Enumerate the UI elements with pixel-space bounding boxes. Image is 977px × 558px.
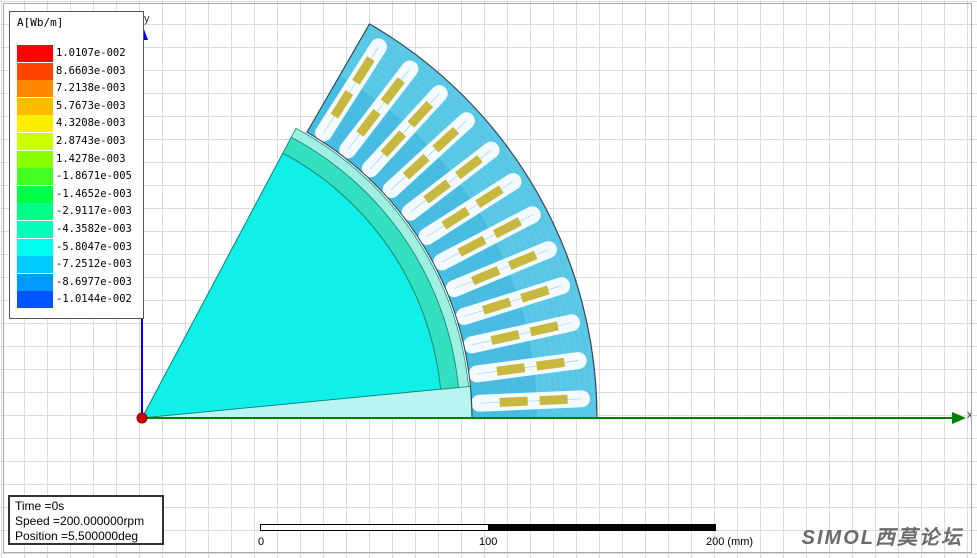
legend-swatch bbox=[17, 80, 53, 98]
legend-swatch bbox=[17, 115, 53, 133]
legend-entry: -2.9117e-003 bbox=[17, 203, 143, 221]
legend-entry: -1.4652e-003 bbox=[17, 185, 143, 203]
legend-label: -1.8671e-005 bbox=[56, 170, 132, 183]
legend-label: -1.4652e-003 bbox=[56, 187, 132, 200]
legend-label: -7.2512e-003 bbox=[56, 258, 132, 271]
legend-label: 5.7673e-003 bbox=[56, 99, 126, 112]
motor-field-plot: x y bbox=[136, 13, 973, 424]
scale-bar-white bbox=[260, 524, 489, 531]
coil-top bbox=[539, 394, 568, 406]
scale-tick-0: 0 bbox=[258, 536, 265, 548]
legend-entry: 2.8743e-003 bbox=[17, 133, 143, 150]
legend-label: -1.0144e-002 bbox=[56, 293, 132, 306]
legend-entry: 1.0107e-002 bbox=[17, 45, 143, 62]
legend-entry: 5.7673e-003 bbox=[17, 97, 143, 115]
legend-entry: 7.2138e-003 bbox=[17, 80, 143, 98]
status-time: Time =0s bbox=[15, 499, 65, 513]
legend-label: 1.4278e-003 bbox=[56, 152, 126, 165]
legend-swatch bbox=[17, 45, 53, 62]
legend-label: 4.3208e-003 bbox=[56, 117, 126, 130]
legend-label: -4.3582e-003 bbox=[56, 223, 132, 235]
legend-label: 2.8743e-003 bbox=[56, 135, 126, 147]
legend-swatch bbox=[17, 256, 53, 274]
watermark-logo: SIMOL西莫论坛 bbox=[801, 527, 963, 549]
coil-bottom bbox=[499, 396, 528, 407]
legend-label: 7.2138e-003 bbox=[56, 82, 126, 95]
legend-swatch bbox=[17, 238, 53, 256]
coil-top bbox=[529, 321, 559, 337]
scale-tick-100: 100 bbox=[479, 536, 498, 548]
legend-entry: -8.6977e-003 bbox=[17, 273, 143, 291]
x-axis-arrow bbox=[952, 412, 966, 424]
legend-label: -8.6977e-003 bbox=[56, 275, 132, 288]
legend-entry: -4.3582e-003 bbox=[17, 221, 143, 238]
legend-swatch bbox=[17, 133, 53, 150]
legend-label: -2.9117e-003 bbox=[56, 205, 132, 218]
status-position: Position =5.500000deg bbox=[15, 529, 139, 543]
scale-tick-200: 200 (mm) bbox=[706, 536, 754, 548]
x-axis-label: x bbox=[967, 409, 973, 421]
legend-swatch bbox=[17, 150, 53, 168]
motor-geometry bbox=[141, 23, 598, 419]
simulation-status: Time =0s Speed =200.000000rpm Position =… bbox=[8, 495, 164, 545]
y-axis-label: y bbox=[144, 13, 150, 25]
legend-swatch bbox=[17, 62, 53, 80]
coil-bottom bbox=[496, 363, 526, 376]
legend-swatch bbox=[17, 168, 53, 186]
legend-label: -5.8047e-003 bbox=[56, 240, 132, 253]
legend-entry: -1.0144e-002 bbox=[17, 291, 143, 309]
field-legend[interactable]: A[Wb/m] 1.0107e-002 8.6603e-003 7.2138e-00… bbox=[9, 11, 144, 319]
legend-label: 8.6603e-003 bbox=[56, 64, 126, 77]
coil-top bbox=[536, 357, 565, 371]
legend-entry: -5.8047e-003 bbox=[17, 238, 143, 256]
legend-label: 1.0107e-002 bbox=[56, 47, 126, 59]
legend-swatch bbox=[17, 273, 53, 291]
scale-bar-black bbox=[489, 524, 716, 531]
legend-swatch bbox=[17, 203, 53, 221]
legend-entry: 8.6603e-003 bbox=[17, 62, 143, 80]
legend-swatch bbox=[17, 185, 53, 203]
legend-entry: -7.2512e-003 bbox=[17, 256, 143, 274]
origin-marker bbox=[136, 412, 148, 424]
legend-swatch bbox=[17, 221, 53, 238]
legend-title: A[Wb/m] bbox=[17, 16, 64, 29]
legend-swatch bbox=[17, 291, 53, 309]
legend-swatch bbox=[17, 97, 53, 115]
model-viewport[interactable]: x y bbox=[0, 0, 977, 558]
legend-entry: 4.3208e-003 bbox=[17, 115, 143, 133]
legend-entry: 1.4278e-003 bbox=[17, 150, 143, 168]
status-speed: Speed =200.000000rpm bbox=[15, 514, 145, 528]
coil-bottom bbox=[490, 330, 520, 345]
legend-entry: -1.8671e-005 bbox=[17, 168, 143, 186]
